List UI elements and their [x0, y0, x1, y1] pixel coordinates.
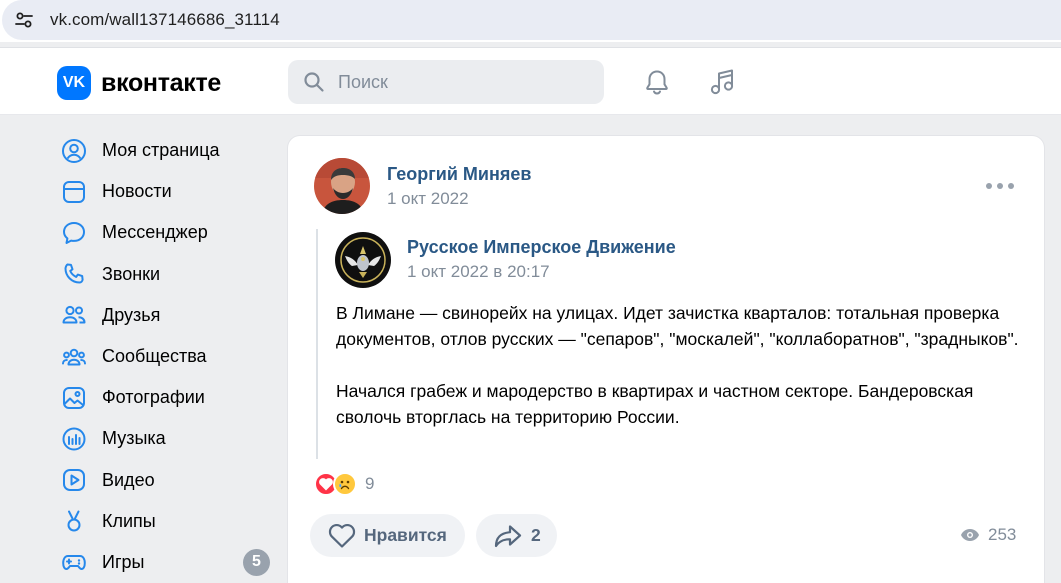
sidebar-item-video[interactable]: Видео	[57, 460, 277, 501]
search-icon	[304, 72, 324, 92]
eye-icon	[961, 529, 979, 541]
sidebar-item-clips[interactable]: Клипы	[57, 501, 277, 542]
author-name-link[interactable]: Георгий Миняев	[387, 164, 531, 185]
share-icon	[494, 524, 522, 547]
sidebar-item-label: Игры	[102, 551, 145, 572]
user-circle-icon	[57, 136, 91, 166]
left-sidebar: Моя страница Новости Мессенджер Звонки Д…	[57, 130, 277, 583]
sidebar-item-label: Видео	[102, 469, 155, 490]
sidebar-item-communities[interactable]: Сообщества	[57, 336, 277, 377]
phone-icon	[57, 259, 91, 289]
sidebar-item-friends[interactable]: Друзья	[57, 295, 277, 336]
games-counter-badge: 5	[243, 548, 270, 576]
browser-address-bar: vk.com/wall137146686_31114	[0, 0, 1061, 42]
views-counter: 253	[960, 525, 1016, 545]
site-header: VK вконтакте	[0, 48, 1061, 115]
share-count: 2	[531, 525, 541, 545]
sidebar-item-messenger[interactable]: Мессенджер	[57, 212, 277, 253]
like-button[interactable]: Нравится	[310, 514, 465, 557]
sidebar-item-label: Моя страница	[102, 140, 220, 161]
more-options-icon[interactable]	[986, 176, 1014, 196]
reposted-content: Русское Имперское Движение 1 окт 2022 в …	[316, 229, 1026, 459]
sidebar-item-games[interactable]: Игры 5	[57, 542, 277, 583]
search-input[interactable]	[338, 71, 578, 93]
sidebar-item-my-page[interactable]: Моя страница	[57, 130, 277, 171]
gamepad-icon	[57, 547, 91, 577]
url-text[interactable]: vk.com/wall137146686_31114	[50, 10, 280, 30]
message-icon	[57, 218, 91, 248]
post-date[interactable]: 1 окт 2022	[387, 189, 469, 209]
like-button-label: Нравится	[364, 525, 447, 545]
post-paragraph: Начался грабеж и мародерство в квартирах…	[336, 381, 974, 427]
bell-icon[interactable]	[642, 67, 672, 97]
vk-logo-icon: VK	[57, 66, 91, 100]
sidebar-item-calls[interactable]: Звонки	[57, 254, 277, 295]
vk-logo[interactable]: VK вконтакте	[57, 66, 221, 100]
heart-outline-icon	[328, 523, 356, 548]
tune-icon[interactable]	[6, 2, 42, 38]
author-avatar[interactable]	[314, 158, 370, 214]
vk-logo-text: вконтакте	[101, 68, 222, 97]
sidebar-item-label: Звонки	[102, 263, 161, 284]
sidebar-item-music[interactable]: Музыка	[57, 418, 277, 459]
reactions-summary[interactable]: 9	[314, 472, 374, 496]
communities-icon	[57, 342, 91, 372]
sidebar-item-photos[interactable]: Фотографии	[57, 377, 277, 418]
clips-icon	[57, 506, 91, 536]
photo-icon	[57, 383, 91, 413]
group-name-link[interactable]: Русское Имперское Движение	[407, 237, 676, 258]
sidebar-item-news[interactable]: Новости	[57, 171, 277, 212]
friends-icon	[57, 300, 91, 330]
sidebar-item-label: Новости	[102, 181, 172, 202]
sidebar-item-label: Мессенджер	[102, 222, 208, 243]
sidebar-item-label: Сообщества	[102, 346, 207, 367]
url-field[interactable]: vk.com/wall137146686_31114	[2, 0, 1061, 40]
sad-reaction-icon	[333, 472, 357, 496]
post-paragraph: В Лимане — свинорейх на улицах. Идет зач…	[336, 303, 1019, 349]
sidebar-item-label: Клипы	[102, 510, 156, 531]
music-bars-icon	[57, 424, 91, 454]
post-text: В Лимане — свинорейх на улицах. Идет зач…	[336, 300, 1026, 456]
sidebar-item-label: Фотографии	[102, 387, 205, 408]
news-icon	[57, 177, 91, 207]
video-icon	[57, 465, 91, 495]
sidebar-item-label: Друзья	[102, 304, 161, 325]
share-button[interactable]: 2	[476, 514, 557, 557]
views-count: 253	[988, 525, 1017, 544]
sidebar-item-label: Музыка	[102, 428, 166, 449]
music-icon[interactable]	[707, 67, 737, 97]
group-avatar[interactable]	[335, 232, 391, 288]
reactions-count: 9	[365, 474, 375, 493]
search-box[interactable]	[288, 60, 604, 104]
wall-post: Георгий Миняев 1 окт 2022 Русское Имперс…	[288, 136, 1044, 583]
repost-date[interactable]: 1 окт 2022 в 20:17	[407, 262, 550, 282]
